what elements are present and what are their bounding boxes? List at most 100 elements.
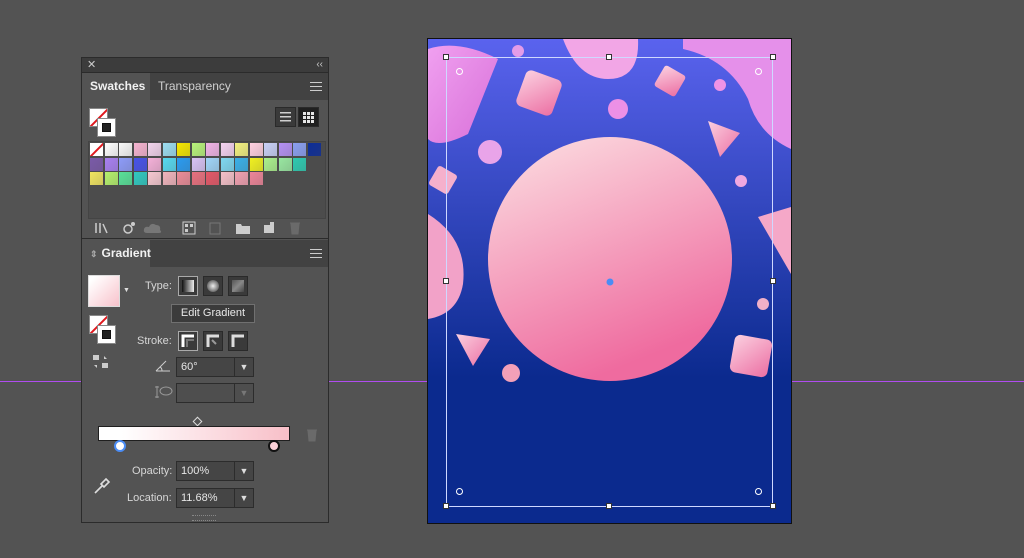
color-swatch[interactable] — [104, 143, 118, 156]
panel-titlebar[interactable]: ✕ ‹‹ — [82, 58, 328, 73]
color-swatch[interactable] — [220, 172, 234, 185]
color-swatch[interactable] — [264, 143, 277, 156]
linear-gradient-button[interactable] — [178, 276, 198, 296]
color-swatch[interactable] — [191, 172, 205, 185]
color-swatch[interactable] — [206, 157, 219, 171]
tab-swatches[interactable]: Swatches — [82, 73, 150, 100]
grid-view-button[interactable] — [298, 107, 319, 127]
resize-handle[interactable] — [443, 278, 449, 284]
resize-handle[interactable] — [770, 54, 776, 60]
opacity-dropdown[interactable]: 100% ▼ — [176, 461, 254, 481]
angle-dropdown[interactable]: 60° ▼ — [176, 357, 254, 377]
midpoint-handle[interactable] — [192, 416, 203, 427]
gradient-slider[interactable] — [98, 426, 290, 441]
color-group-icon[interactable] — [208, 221, 222, 235]
stroke-within-button[interactable] — [178, 331, 198, 351]
list-view-button[interactable] — [275, 107, 296, 127]
color-swatch[interactable] — [177, 143, 190, 156]
color-swatch[interactable] — [307, 143, 321, 156]
chevron-down-icon[interactable]: ▼ — [234, 384, 253, 402]
color-swatch[interactable] — [206, 143, 219, 156]
color-swatch[interactable] — [264, 157, 277, 171]
color-swatch[interactable] — [235, 157, 248, 171]
color-swatch[interactable] — [133, 172, 147, 185]
color-swatch[interactable] — [191, 143, 205, 156]
fill-stroke-swatches[interactable] — [89, 108, 116, 137]
cloud-icon[interactable] — [142, 221, 164, 235]
chevron-down-icon[interactable]: ▼ — [234, 489, 253, 507]
close-icon[interactable]: ✕ — [87, 58, 96, 72]
stroke-swatch[interactable] — [97, 325, 116, 344]
color-swatch[interactable] — [235, 143, 248, 156]
panel-menu-icon[interactable] — [310, 82, 322, 91]
new-swatch-icon[interactable] — [262, 221, 276, 235]
tab-gradient[interactable]: ⇕ Gradient — [82, 240, 151, 267]
color-swatch[interactable] — [220, 157, 234, 171]
resize-handle[interactable] — [770, 278, 776, 284]
color-swatch[interactable] — [133, 143, 147, 156]
reverse-gradient-icon[interactable] — [92, 354, 110, 370]
color-swatch[interactable] — [162, 157, 176, 171]
tab-transparency[interactable]: Transparency — [150, 73, 239, 100]
gradient-fill-stroke[interactable] — [89, 315, 116, 344]
aspect-ratio-dropdown[interactable]: ▼ — [176, 383, 254, 403]
color-swatch[interactable] — [133, 157, 147, 171]
resize-handle[interactable] — [443, 54, 449, 60]
collapse-icon[interactable]: ‹‹ — [316, 58, 323, 72]
color-swatch[interactable] — [119, 157, 132, 171]
color-swatch[interactable] — [278, 143, 292, 156]
color-swatch[interactable] — [119, 172, 132, 185]
panel-resize-grip[interactable] — [192, 515, 216, 521]
color-swatch[interactable] — [249, 143, 263, 156]
radial-gradient-button[interactable] — [203, 276, 223, 296]
color-swatch[interactable] — [148, 157, 161, 171]
color-swatch[interactable] — [191, 157, 205, 171]
swatch-none[interactable] — [90, 143, 103, 156]
swatch-grid[interactable] — [88, 141, 326, 219]
gradient-preview-arrow[interactable]: ▼ — [123, 287, 130, 294]
trash-icon[interactable] — [288, 221, 302, 235]
corner-radius-widget[interactable] — [456, 68, 463, 75]
color-swatch[interactable] — [162, 172, 176, 185]
swatch-options-icon[interactable] — [182, 221, 196, 235]
resize-handle[interactable] — [606, 503, 612, 509]
location-dropdown[interactable]: 11.68% ▼ — [176, 488, 254, 508]
collapse-arrows-icon[interactable]: ⇕ — [90, 249, 98, 259]
folder-icon[interactable] — [235, 221, 251, 235]
color-swatch[interactable] — [162, 143, 176, 156]
color-swatch[interactable] — [293, 143, 306, 156]
color-swatch[interactable] — [148, 143, 161, 156]
color-swatch[interactable] — [90, 172, 103, 185]
color-swatch[interactable] — [293, 157, 306, 171]
freeform-gradient-button[interactable] — [228, 276, 248, 296]
color-swatch[interactable] — [119, 143, 132, 156]
delete-stop-icon[interactable] — [305, 428, 319, 442]
eyedropper-icon[interactable] — [92, 476, 112, 496]
stroke-swatch[interactable] — [97, 118, 116, 137]
resize-handle[interactable] — [770, 503, 776, 509]
color-swatch[interactable] — [249, 157, 263, 171]
color-swatch[interactable] — [90, 157, 103, 171]
gradient-preview-swatch[interactable] — [88, 275, 120, 307]
color-swatch[interactable] — [104, 172, 118, 185]
corner-radius-widget[interactable] — [755, 68, 762, 75]
gradient-stop-end[interactable] — [268, 440, 280, 452]
color-swatch[interactable] — [104, 157, 118, 171]
color-swatch[interactable] — [148, 172, 161, 185]
swatch-kind-icon[interactable] — [122, 221, 136, 235]
gradient-menu-icon[interactable] — [310, 249, 322, 258]
stroke-along-button[interactable] — [203, 331, 223, 351]
color-swatch[interactable] — [278, 157, 292, 171]
color-swatch[interactable] — [177, 157, 190, 171]
color-swatch[interactable] — [235, 172, 248, 185]
corner-radius-widget[interactable] — [456, 488, 463, 495]
selection-bounding-box[interactable] — [446, 57, 773, 507]
color-swatch[interactable] — [249, 172, 263, 185]
resize-handle[interactable] — [606, 54, 612, 60]
stroke-across-button[interactable] — [228, 331, 248, 351]
corner-radius-widget[interactable] — [755, 488, 762, 495]
resize-handle[interactable] — [443, 503, 449, 509]
color-swatch[interactable] — [206, 172, 219, 185]
color-swatch[interactable] — [177, 172, 190, 185]
gradient-stop-start[interactable] — [114, 440, 126, 452]
